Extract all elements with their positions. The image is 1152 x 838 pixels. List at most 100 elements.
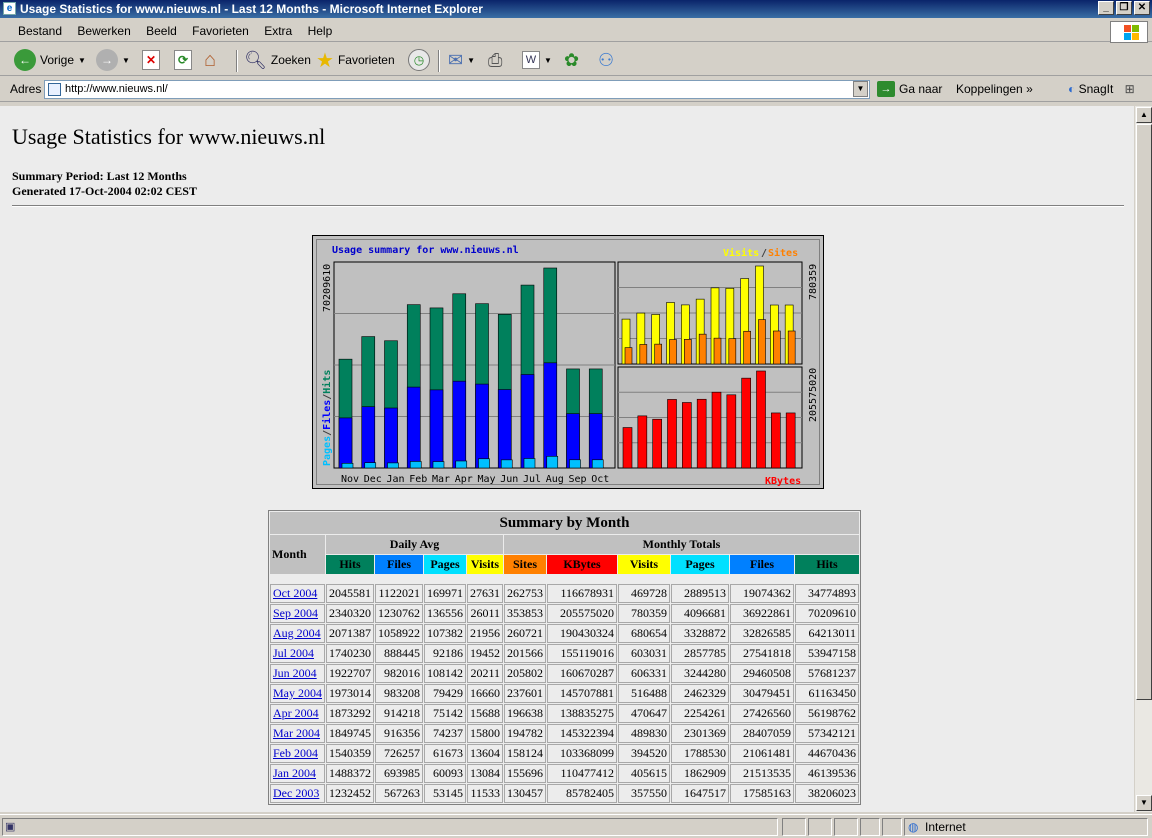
table-cell: 103368099: [547, 744, 617, 763]
sites-bar: [639, 344, 648, 365]
month-link[interactable]: Apr 2004: [273, 706, 319, 720]
table-cell: 36922861: [730, 604, 794, 623]
close-button[interactable]: ✕: [1134, 1, 1150, 15]
legend-sites: Sites: [768, 247, 798, 259]
table-cell: 680654: [618, 624, 670, 643]
month-link[interactable]: Mar 2004: [273, 726, 320, 740]
menu-beeld[interactable]: Beeld: [140, 20, 183, 42]
refresh-icon: ⟳: [174, 50, 192, 70]
address-input[interactable]: http://www.nieuws.nl/: [44, 80, 870, 99]
table-cell: 70209610: [795, 604, 859, 623]
links-button[interactable]: Koppelingen »: [956, 82, 1033, 96]
table-cell: 1922707: [326, 664, 374, 683]
table-cell: 11533: [467, 784, 503, 803]
standard-toolbar: ← Vorige ▼ → ▼ ✕ ⟳ ⌂ 🔍︎ Zoeken ★ Favorie…: [0, 44, 1152, 76]
scroll-thumb[interactable]: [1136, 124, 1152, 700]
menu-extra[interactable]: Extra: [258, 20, 298, 42]
kbytes-bar: [771, 412, 781, 469]
messenger-icon: ⚇: [598, 49, 615, 70]
month-link[interactable]: Jan 2004: [273, 766, 316, 780]
kbytes-bar: [756, 370, 766, 469]
table-cell: 34774893: [795, 584, 859, 603]
files-bar: [406, 386, 421, 469]
scroll-down-button[interactable]: ▼: [1136, 795, 1152, 811]
home-button[interactable]: ⌂: [204, 48, 216, 72]
table-cell: 1232452: [326, 784, 374, 803]
history-button[interactable]: ◷: [408, 48, 430, 72]
dropdown-arrow-icon[interactable]: ▼: [78, 56, 86, 65]
menu-bestand[interactable]: Bestand: [12, 20, 68, 42]
snagit-capture-icon[interactable]: ⊞: [1125, 82, 1135, 96]
table-cell: 982016: [375, 664, 423, 683]
dropdown-arrow-icon[interactable]: ▼: [467, 56, 475, 65]
kbytes-bar: [726, 394, 737, 469]
col-total-sites: Sites: [504, 555, 546, 574]
address-url: http://www.nieuws.nl/: [65, 83, 168, 95]
month-link[interactable]: Feb 2004: [273, 746, 318, 760]
month-link[interactable]: Oct 2004: [273, 586, 317, 600]
menu-help[interactable]: Help: [302, 20, 339, 42]
maximize-button[interactable]: ❐: [1116, 1, 1132, 15]
kbytes-bar: [682, 402, 692, 469]
discuss-icon: ✿: [564, 49, 580, 70]
go-arrow-icon[interactable]: →: [877, 81, 895, 97]
vertical-scrollbar[interactable]: ▲ ▼: [1134, 106, 1152, 812]
scroll-up-button[interactable]: ▲: [1136, 107, 1152, 123]
table-cell: 983208: [375, 684, 423, 703]
col-daily-files: Files: [375, 555, 423, 574]
table-cell: 28407059: [730, 724, 794, 743]
files-bar: [361, 406, 376, 469]
month-link[interactable]: Sep 2004: [273, 606, 318, 620]
refresh-button[interactable]: ⟳: [174, 48, 192, 72]
dropdown-arrow-icon[interactable]: ▼: [122, 56, 130, 65]
edit-button[interactable]: W ▼: [522, 48, 552, 72]
menu-favorieten[interactable]: Favorieten: [186, 20, 255, 42]
table-cell: 57681237: [795, 664, 859, 683]
table-cell: 29460508: [730, 664, 794, 683]
windows-logo-icon: [1110, 21, 1148, 43]
forward-button[interactable]: → ▼: [96, 48, 130, 72]
back-arrow-icon: ←: [14, 49, 36, 71]
snagit-button[interactable]: ◐ SnagIt ⊞: [1068, 82, 1135, 96]
col-daily-pages: Pages: [424, 555, 466, 574]
month-link[interactable]: Jun 2004: [273, 666, 317, 680]
search-button[interactable]: 🔍︎ Zoeken: [244, 48, 311, 72]
sites-bar: [713, 337, 722, 365]
snagit-label: SnagIt: [1078, 82, 1114, 96]
dropdown-arrow-icon[interactable]: ▼: [544, 56, 552, 65]
menu-bewerken[interactable]: Bewerken: [71, 20, 136, 42]
mail-button[interactable]: ✉ ▼: [448, 48, 475, 72]
table-cell: 1849745: [326, 724, 374, 743]
stop-icon: ✕: [142, 50, 160, 70]
print-button[interactable]: ⎙: [488, 48, 502, 72]
month-link[interactable]: Jul 2004: [273, 646, 314, 660]
discuss-button[interactable]: ✿: [564, 48, 579, 72]
table-cell: 2254261: [671, 704, 729, 723]
go-button[interactable]: Ga naar: [899, 82, 942, 96]
table-cell: 469728: [618, 584, 670, 603]
month-link[interactable]: May 2004: [273, 686, 322, 700]
minimize-button[interactable]: _: [1098, 1, 1114, 15]
messenger-button[interactable]: ⚇: [598, 48, 614, 72]
table-cell: 107382: [424, 624, 466, 643]
month-tick-label: Oct: [591, 474, 609, 485]
usage-graph: Usage summary for www.nieuws.nl Visits / Si…: [312, 235, 824, 489]
favorites-button[interactable]: ★ Favorieten: [316, 48, 395, 72]
month-link[interactable]: Aug 2004: [273, 626, 321, 640]
table-cell: 15800: [467, 724, 503, 743]
files-bar: [338, 417, 353, 469]
sites-bar: [624, 347, 633, 365]
links-label: Koppelingen: [956, 82, 1023, 96]
table-cell: 1122021: [375, 584, 423, 603]
pages-bar: [364, 462, 377, 469]
back-button[interactable]: ← Vorige ▼: [14, 48, 86, 72]
month-link[interactable]: Dec 2003: [273, 786, 319, 800]
table-cell: 201566: [504, 644, 546, 663]
table-cell: 110477412: [547, 764, 617, 783]
table-cell: 262753: [504, 584, 546, 603]
address-dropdown-button[interactable]: ▼: [853, 81, 868, 97]
sites-bar: [787, 330, 796, 365]
table-cell: 1540359: [326, 744, 374, 763]
stop-button[interactable]: ✕: [142, 48, 160, 72]
table-cell: 85782405: [547, 784, 617, 803]
